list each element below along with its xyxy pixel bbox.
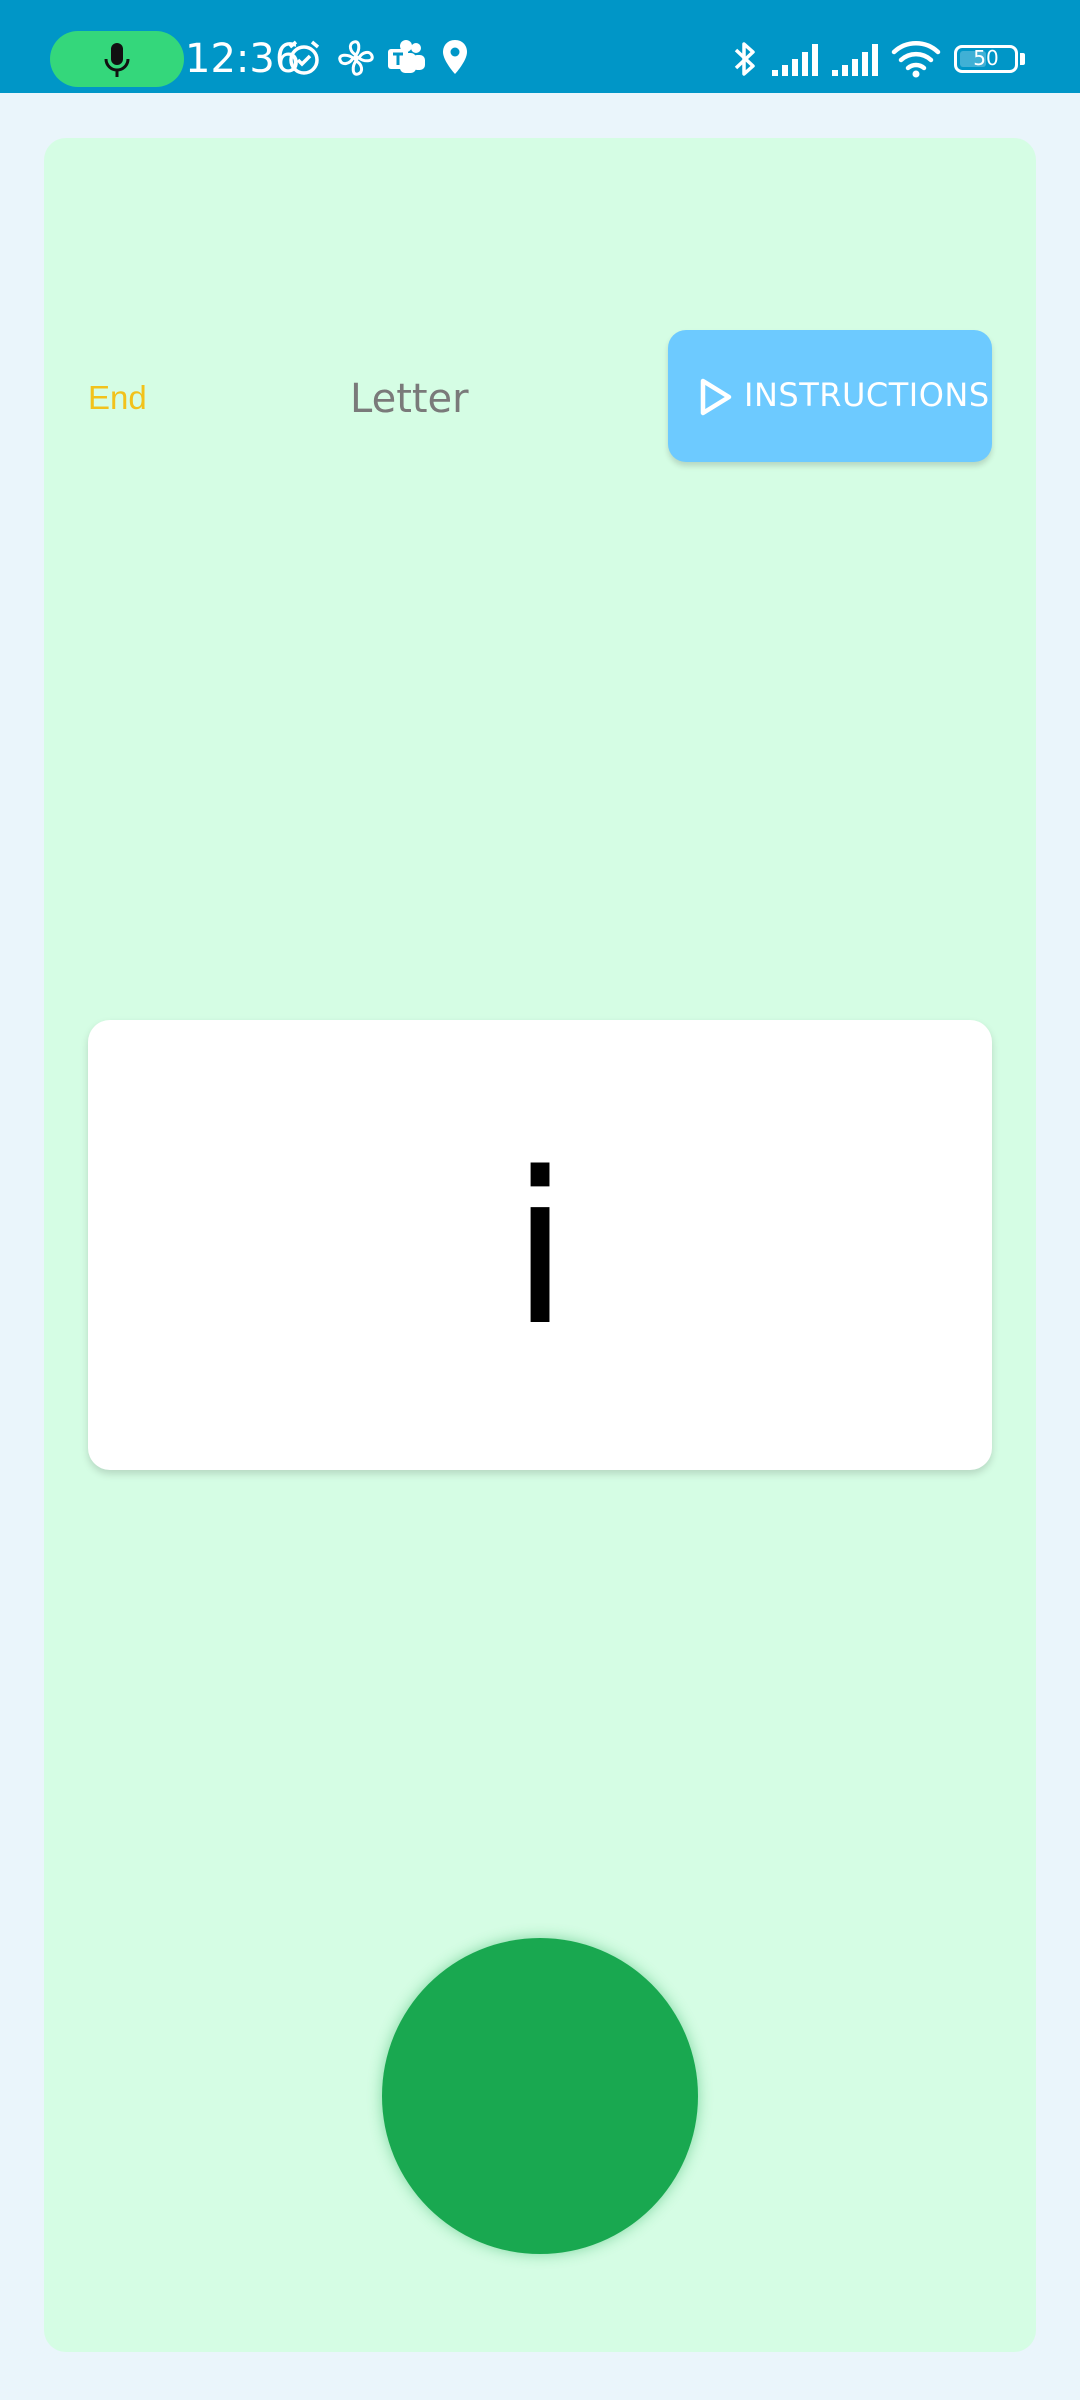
page-title: Letter: [350, 376, 469, 422]
fan-icon: [338, 40, 374, 76]
letter-card: i: [88, 1020, 992, 1470]
status-clock: 12:36: [185, 36, 301, 82]
instructions-button[interactable]: INSTRUCTIONS: [668, 330, 992, 462]
main-card: End Letter INSTRUCTIONS i: [44, 138, 1036, 2352]
mic-indicator[interactable]: [50, 31, 184, 87]
bluetooth-icon: [734, 42, 755, 76]
signal-icon: [832, 44, 878, 76]
wifi-icon: [891, 41, 941, 78]
mic-icon: [104, 43, 130, 77]
letter-display: i: [510, 1127, 570, 1372]
end-button[interactable]: End: [88, 378, 147, 418]
instructions-label: INSTRUCTIONS: [744, 376, 990, 414]
play-icon: [700, 378, 732, 416]
battery-tip: [1020, 53, 1025, 65]
battery-icon: 50: [954, 45, 1018, 73]
alarm-icon: [288, 40, 320, 75]
status-bar: 12:36 50: [0, 0, 1080, 93]
record-button[interactable]: [382, 1938, 698, 2254]
battery-percentage: 50: [973, 46, 999, 70]
signal-icon: [772, 44, 818, 76]
teams-icon: [388, 40, 425, 73]
location-icon: [443, 40, 467, 74]
